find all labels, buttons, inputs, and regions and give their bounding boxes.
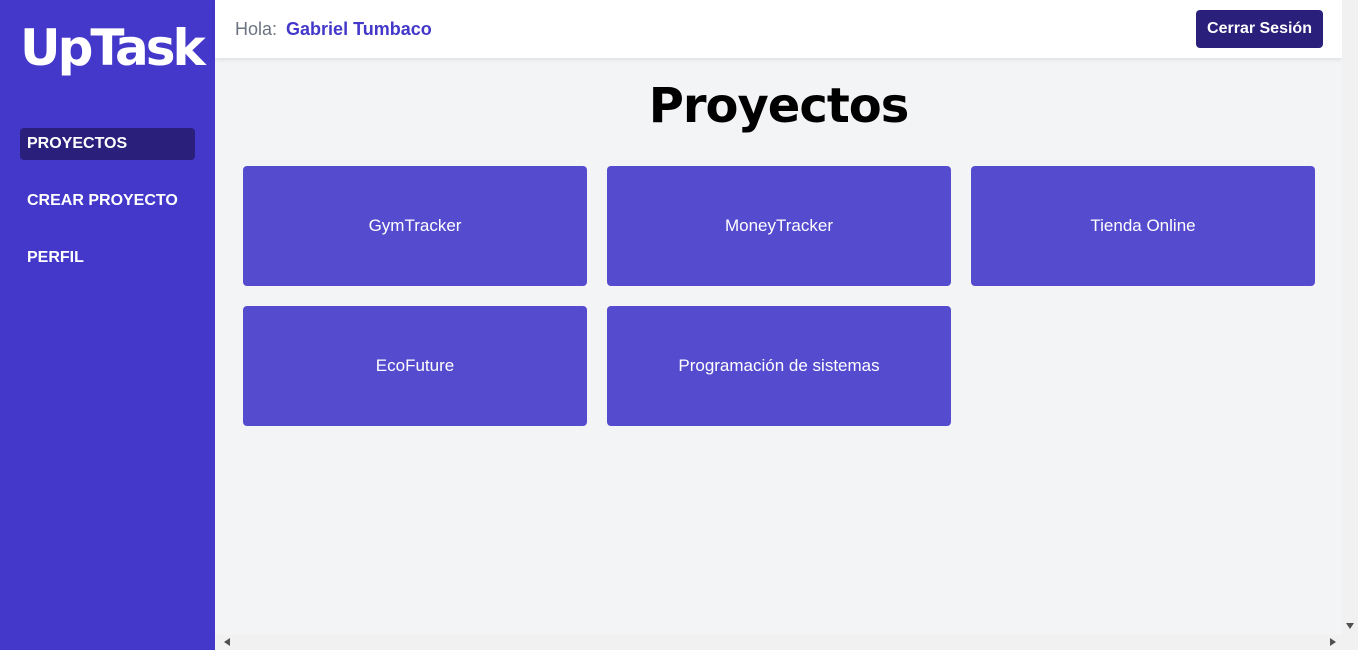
main-content: Hola: Gabriel Tumbaco Cerrar Sesión Proy… <box>215 0 1342 635</box>
project-name: MoneyTracker <box>724 216 833 235</box>
sidebar-item-crear-proyecto[interactable]: CREAR PROYECTO <box>20 185 195 217</box>
project-card[interactable]: GymTracker <box>243 166 587 286</box>
arrow-right-icon[interactable] <box>1330 638 1336 646</box>
project-card[interactable]: Tienda Online <box>971 166 1315 286</box>
logout-button[interactable]: Cerrar Sesión <box>1196 10 1323 48</box>
sidebar-item-proyectos[interactable]: PROYECTOS <box>20 128 195 160</box>
arrow-left-icon[interactable] <box>224 638 230 646</box>
project-card[interactable]: Programación de sistemas <box>607 306 951 426</box>
user-name: Gabriel Tumbaco <box>286 18 432 39</box>
horizontal-scrollbar[interactable] <box>215 635 1358 650</box>
projects-grid: GymTracker MoneyTracker Tienda Online Ec… <box>243 166 1315 426</box>
app-logo[interactable]: UpTask <box>20 20 206 76</box>
sidebar: UpTask PROYECTOS CREAR PROYECTO PERFIL <box>0 0 215 650</box>
greeting: Hola: Gabriel Tumbaco <box>235 19 432 40</box>
project-name: Tienda Online <box>1090 216 1196 235</box>
top-bar: Hola: Gabriel Tumbaco Cerrar Sesión <box>215 0 1342 58</box>
vertical-scrollbar[interactable] <box>1342 0 1358 635</box>
page-title: Proyectos <box>648 78 910 134</box>
project-name: Programación de sistemas <box>678 356 880 375</box>
project-name: GymTracker <box>368 216 462 235</box>
project-card[interactable]: EcoFuture <box>243 306 587 426</box>
greeting-label: Hola: <box>235 18 278 39</box>
project-card[interactable]: MoneyTracker <box>607 166 951 286</box>
sidebar-nav: PROYECTOS CREAR PROYECTO PERFIL <box>20 128 195 274</box>
arrow-down-icon[interactable] <box>1346 623 1354 629</box>
project-name: EcoFuture <box>375 356 455 375</box>
sidebar-item-perfil[interactable]: PERFIL <box>20 242 195 274</box>
